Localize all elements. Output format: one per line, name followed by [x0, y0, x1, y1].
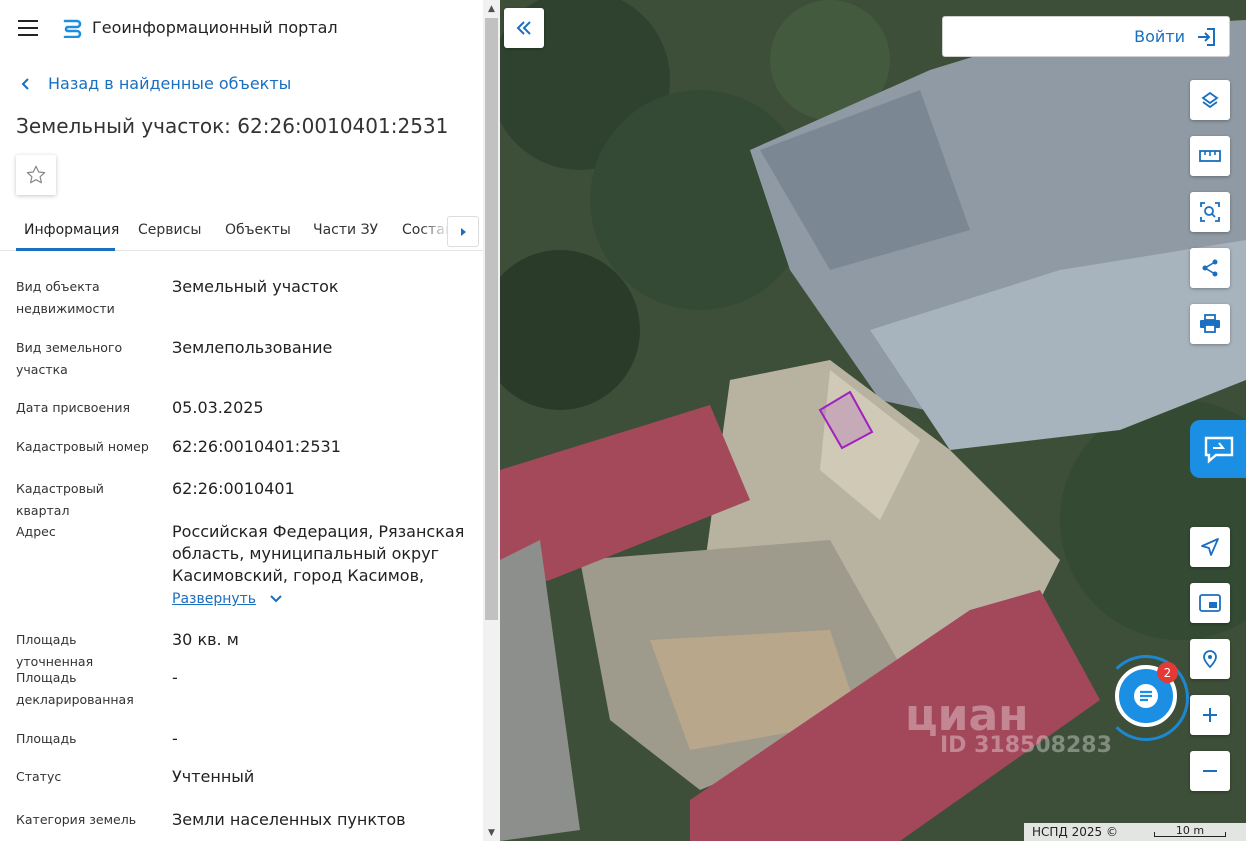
picture-in-picture-icon [1199, 594, 1221, 612]
area-search-button[interactable] [1190, 192, 1230, 232]
menu-icon[interactable] [18, 20, 38, 36]
chat-bubble-icon [1204, 436, 1234, 464]
panel-scrollbar[interactable]: ▲ ▼ [483, 0, 500, 841]
back-to-results-link[interactable]: Назад в найденные объекты [20, 74, 291, 93]
attribution-text: НСПД 2025 © [1032, 825, 1118, 839]
attr-label: Дата присвоения [16, 400, 130, 415]
scroll-up-icon[interactable]: ▲ [483, 0, 500, 17]
collapse-panel-button[interactable] [504, 8, 544, 48]
login-label: Войти [1134, 27, 1185, 46]
attr-label: Статус [16, 769, 62, 784]
minimap-button[interactable] [1190, 583, 1230, 623]
satellite-map[interactable]: Войти циан ID 318508283 2 НСПД 2025 © 10… [500, 0, 1246, 841]
back-link-label: Назад в найденные объекты [48, 74, 292, 93]
attr-label: Вид земельного участка [16, 340, 123, 377]
minus-icon [1203, 770, 1217, 772]
attr-value: Учтенный [172, 767, 255, 786]
attr-value: 30 кв. м [172, 630, 239, 649]
favorite-button[interactable] [16, 155, 56, 195]
address-value: Российская Федерация, Рязанская область,… [172, 522, 465, 585]
object-panel: Геоинформационный портал Назад в найденн… [0, 0, 500, 841]
attr-value: Земли населенных пунктов [172, 810, 406, 829]
caret-right-icon [461, 227, 466, 236]
share-button[interactable] [1190, 248, 1230, 288]
share-icon [1202, 259, 1218, 277]
attr-label: Адрес [16, 524, 56, 539]
chevron-down-icon [270, 595, 282, 603]
zoom-in-button[interactable] [1190, 695, 1230, 735]
printer-icon [1200, 314, 1220, 333]
attr-value: 62:26:0010401 [172, 479, 295, 498]
expand-label: Развернуть [172, 591, 257, 607]
tab-info[interactable]: Информация [24, 222, 119, 238]
active-tab-indicator [16, 248, 115, 251]
tab-objects[interactable]: Объекты [225, 222, 291, 238]
scroll-thumb[interactable] [485, 18, 498, 620]
top-bar: Геоинформационный портал [0, 0, 483, 56]
measure-button[interactable] [1190, 136, 1230, 176]
expand-address-link[interactable]: Развернуть [172, 591, 282, 607]
locate-me-button[interactable] [1190, 527, 1230, 567]
tab-parts[interactable]: Части ЗУ [313, 222, 378, 238]
attr-label: Площадь декларированная [16, 670, 134, 707]
page-title: Земельный участок: 62:26:0010401:2531 [16, 114, 449, 138]
attr-label: Категория земель [16, 812, 137, 827]
double-chevron-left-icon [516, 21, 531, 35]
attr-value: Земельный участок [172, 277, 339, 296]
attr-label: Кадастровый квартал [16, 481, 104, 518]
attr-label: Площадь [16, 731, 77, 746]
plus-icon [1203, 708, 1217, 722]
attr-label: Кадастровый номер [16, 439, 149, 454]
print-button[interactable] [1190, 304, 1230, 344]
zoom-out-button[interactable] [1190, 751, 1230, 791]
feedback-chat-tab[interactable] [1190, 420, 1246, 478]
attr-value: 05.03.2025 [172, 398, 264, 417]
watermark-id: ID 318508283 [940, 733, 1112, 758]
attr-label: Вид объекта недвижимости [16, 279, 115, 316]
attr-value: Землепользование [172, 338, 333, 357]
map-attribution: НСПД 2025 © 10 m [1024, 823, 1246, 841]
portal-logo-icon [63, 19, 82, 38]
chevron-left-icon [21, 77, 29, 90]
notification-badge: 2 [1157, 662, 1178, 683]
navigation-arrow-icon [1201, 538, 1219, 556]
message-lines-icon [1134, 684, 1158, 708]
app-title: Геоинформационный портал [92, 18, 338, 37]
layers-button[interactable] [1190, 80, 1230, 120]
attr-value: - [172, 729, 178, 748]
attr-value: 62:26:0010401:2531 [172, 437, 341, 456]
layers-icon [1201, 91, 1219, 109]
tab-services[interactable]: Сервисы [138, 222, 201, 238]
attr-value: - [172, 668, 178, 687]
geo-search-button[interactable] [1190, 639, 1230, 679]
tabs-fade [420, 210, 450, 250]
login-icon [1198, 27, 1215, 46]
map-pin-search-icon [1203, 650, 1217, 669]
select-area-icon [1200, 202, 1220, 222]
login-button[interactable]: Войти [942, 16, 1230, 57]
star-icon [26, 165, 46, 184]
scroll-down-icon[interactable]: ▼ [483, 824, 500, 841]
tabs-scroll-right-button[interactable] [447, 216, 479, 247]
tab-bar: Информация Сервисы Объекты Части ЗУ Сост… [0, 210, 483, 251]
scale-bar: 10 m [1153, 825, 1226, 838]
ruler-icon [1199, 150, 1221, 162]
